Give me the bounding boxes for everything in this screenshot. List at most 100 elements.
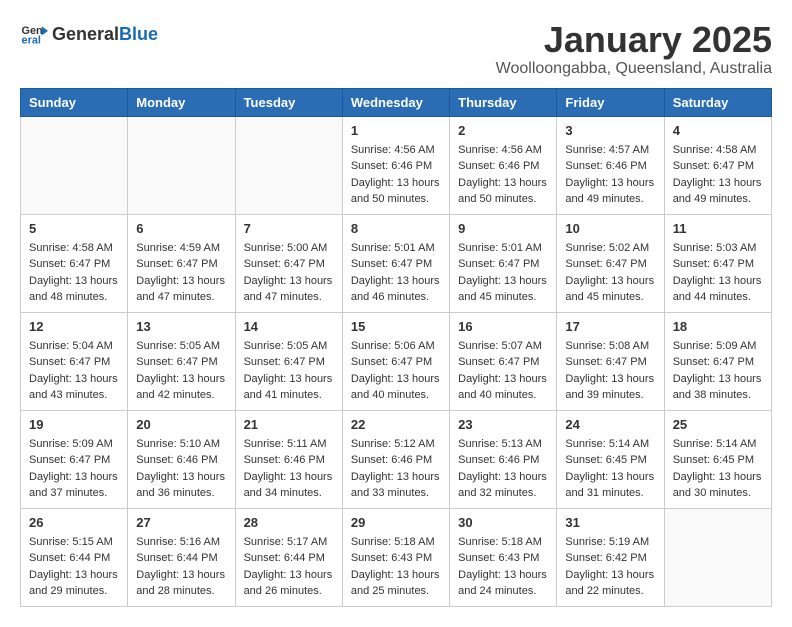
day-info: Sunrise: 5:14 AMSunset: 6:45 PMDaylight:…: [673, 436, 763, 502]
day-number: 10: [565, 221, 655, 236]
calendar-cell: 19 Sunrise: 5:09 AMSunset: 6:47 PMDayligh…: [21, 410, 128, 508]
day-info: Sunrise: 5:14 AMSunset: 6:45 PMDaylight:…: [565, 436, 655, 502]
day-number: 8: [351, 221, 441, 236]
calendar-cell: [21, 116, 128, 214]
day-info: Sunrise: 5:05 AMSunset: 6:47 PMDaylight:…: [136, 338, 226, 404]
day-info: Sunrise: 4:59 AMSunset: 6:47 PMDaylight:…: [136, 240, 226, 306]
day-number: 26: [29, 515, 119, 530]
day-info: Sunrise: 5:17 AMSunset: 6:44 PMDaylight:…: [244, 534, 334, 600]
logo-icon: Gen eral: [20, 20, 48, 48]
day-number: 22: [351, 417, 441, 432]
month-title: January 2025: [496, 20, 772, 60]
calendar-cell: 9 Sunrise: 5:01 AMSunset: 6:47 PMDaylight…: [450, 214, 557, 312]
day-info: Sunrise: 4:57 AMSunset: 6:46 PMDaylight:…: [565, 142, 655, 208]
day-number: 13: [136, 319, 226, 334]
day-number: 21: [244, 417, 334, 432]
title-block: January 2025 Woolloongabba, Queensland, …: [496, 20, 772, 78]
weekday-header-row: SundayMondayTuesdayWednesdayThursdayFrid…: [21, 88, 772, 116]
weekday-header-friday: Friday: [557, 88, 664, 116]
page-header: Gen eral GeneralBlue January 2025 Woollo…: [20, 20, 772, 78]
day-info: Sunrise: 5:04 AMSunset: 6:47 PMDaylight:…: [29, 338, 119, 404]
calendar-cell: 20 Sunrise: 5:10 AMSunset: 6:46 PMDayligh…: [128, 410, 235, 508]
day-number: 16: [458, 319, 548, 334]
calendar-week-row: 26 Sunrise: 5:15 AMSunset: 6:44 PMDayligh…: [21, 508, 772, 606]
day-number: 28: [244, 515, 334, 530]
day-info: Sunrise: 5:09 AMSunset: 6:47 PMDaylight:…: [673, 338, 763, 404]
day-number: 9: [458, 221, 548, 236]
calendar-cell: 1 Sunrise: 4:56 AMSunset: 6:46 PMDaylight…: [342, 116, 449, 214]
day-info: Sunrise: 5:11 AMSunset: 6:46 PMDaylight:…: [244, 436, 334, 502]
calendar-table: SundayMondayTuesdayWednesdayThursdayFrid…: [20, 88, 772, 607]
day-number: 23: [458, 417, 548, 432]
day-number: 17: [565, 319, 655, 334]
day-number: 6: [136, 221, 226, 236]
day-info: Sunrise: 5:07 AMSunset: 6:47 PMDaylight:…: [458, 338, 548, 404]
calendar-cell: [664, 508, 771, 606]
calendar-cell: 4 Sunrise: 4:58 AMSunset: 6:47 PMDaylight…: [664, 116, 771, 214]
logo-text: GeneralBlue: [52, 24, 158, 45]
calendar-week-row: 1 Sunrise: 4:56 AMSunset: 6:46 PMDaylight…: [21, 116, 772, 214]
day-info: Sunrise: 5:09 AMSunset: 6:47 PMDaylight:…: [29, 436, 119, 502]
calendar-cell: 17 Sunrise: 5:08 AMSunset: 6:47 PMDayligh…: [557, 312, 664, 410]
calendar-cell: 7Sunrise: 5:00 AMSunset: 6:47 PMDaylight…: [235, 214, 342, 312]
calendar-cell: [128, 116, 235, 214]
day-info: Sunrise: 5:18 AMSunset: 6:43 PMDaylight:…: [458, 534, 548, 600]
day-number: 3: [565, 123, 655, 138]
weekday-header-monday: Monday: [128, 88, 235, 116]
calendar-cell: 26 Sunrise: 5:15 AMSunset: 6:44 PMDayligh…: [21, 508, 128, 606]
day-number: 15: [351, 319, 441, 334]
day-info: Sunrise: 4:56 AMSunset: 6:46 PMDaylight:…: [458, 142, 548, 208]
day-info: Sunrise: 4:56 AMSunset: 6:46 PMDaylight:…: [351, 142, 441, 208]
day-number: 5: [29, 221, 119, 236]
calendar-cell: 10 Sunrise: 5:02 AMSunset: 6:47 PMDayligh…: [557, 214, 664, 312]
day-number: 24: [565, 417, 655, 432]
day-info: Sunrise: 5:16 AMSunset: 6:44 PMDaylight:…: [136, 534, 226, 600]
day-number: 29: [351, 515, 441, 530]
calendar-cell: 29 Sunrise: 5:18 AMSunset: 6:43 PMDayligh…: [342, 508, 449, 606]
day-number: 2: [458, 123, 548, 138]
day-info: Sunrise: 4:58 AMSunset: 6:47 PMDaylight:…: [29, 240, 119, 306]
day-number: 27: [136, 515, 226, 530]
logo-general: General: [52, 24, 119, 44]
day-info: Sunrise: 5:10 AMSunset: 6:46 PMDaylight:…: [136, 436, 226, 502]
calendar-cell: 16 Sunrise: 5:07 AMSunset: 6:47 PMDayligh…: [450, 312, 557, 410]
day-info: Sunrise: 5:08 AMSunset: 6:47 PMDaylight:…: [565, 338, 655, 404]
calendar-cell: 14 Sunrise: 5:05 AMSunset: 6:47 PMDayligh…: [235, 312, 342, 410]
day-info: Sunrise: 5:05 AMSunset: 6:47 PMDaylight:…: [244, 338, 334, 404]
calendar-cell: 24 Sunrise: 5:14 AMSunset: 6:45 PMDayligh…: [557, 410, 664, 508]
weekday-header-saturday: Saturday: [664, 88, 771, 116]
calendar-cell: 27 Sunrise: 5:16 AMSunset: 6:44 PMDayligh…: [128, 508, 235, 606]
day-info: Sunrise: 5:01 AMSunset: 6:47 PMDaylight:…: [458, 240, 548, 306]
logo-blue: Blue: [119, 24, 158, 44]
day-number: 4: [673, 123, 763, 138]
weekday-header-tuesday: Tuesday: [235, 88, 342, 116]
day-info: Sunrise: 5:18 AMSunset: 6:43 PMDaylight:…: [351, 534, 441, 600]
calendar-cell: 22 Sunrise: 5:12 AMSunset: 6:46 PMDayligh…: [342, 410, 449, 508]
day-number: 20: [136, 417, 226, 432]
calendar-cell: 30 Sunrise: 5:18 AMSunset: 6:43 PMDayligh…: [450, 508, 557, 606]
calendar-week-row: 19 Sunrise: 5:09 AMSunset: 6:47 PMDayligh…: [21, 410, 772, 508]
calendar-cell: 2 Sunrise: 4:56 AMSunset: 6:46 PMDaylight…: [450, 116, 557, 214]
day-number: 1: [351, 123, 441, 138]
day-info: Sunrise: 5:19 AMSunset: 6:42 PMDaylight:…: [565, 534, 655, 600]
day-info: Sunrise: 5:15 AMSunset: 6:44 PMDaylight:…: [29, 534, 119, 600]
calendar-cell: 13 Sunrise: 5:05 AMSunset: 6:47 PMDayligh…: [128, 312, 235, 410]
calendar-cell: 8 Sunrise: 5:01 AMSunset: 6:47 PMDaylight…: [342, 214, 449, 312]
calendar-week-row: 5 Sunrise: 4:58 AMSunset: 6:47 PMDaylight…: [21, 214, 772, 312]
day-number: 14: [244, 319, 334, 334]
weekday-header-wednesday: Wednesday: [342, 88, 449, 116]
calendar-cell: 21 Sunrise: 5:11 AMSunset: 6:46 PMDayligh…: [235, 410, 342, 508]
calendar-cell: 5 Sunrise: 4:58 AMSunset: 6:47 PMDaylight…: [21, 214, 128, 312]
day-info: Sunrise: 5:12 AMSunset: 6:46 PMDaylight:…: [351, 436, 441, 502]
day-number: 30: [458, 515, 548, 530]
day-info: Sunrise: 4:58 AMSunset: 6:47 PMDaylight:…: [673, 142, 763, 208]
day-number: 12: [29, 319, 119, 334]
day-info: Sunrise: 5:01 AMSunset: 6:47 PMDaylight:…: [351, 240, 441, 306]
day-number: 19: [29, 417, 119, 432]
calendar-cell: [235, 116, 342, 214]
weekday-header-sunday: Sunday: [21, 88, 128, 116]
calendar-week-row: 12 Sunrise: 5:04 AMSunset: 6:47 PMDayligh…: [21, 312, 772, 410]
day-info: Sunrise: 5:02 AMSunset: 6:47 PMDaylight:…: [565, 240, 655, 306]
day-number: 7: [244, 221, 334, 236]
calendar-cell: 3 Sunrise: 4:57 AMSunset: 6:46 PMDaylight…: [557, 116, 664, 214]
